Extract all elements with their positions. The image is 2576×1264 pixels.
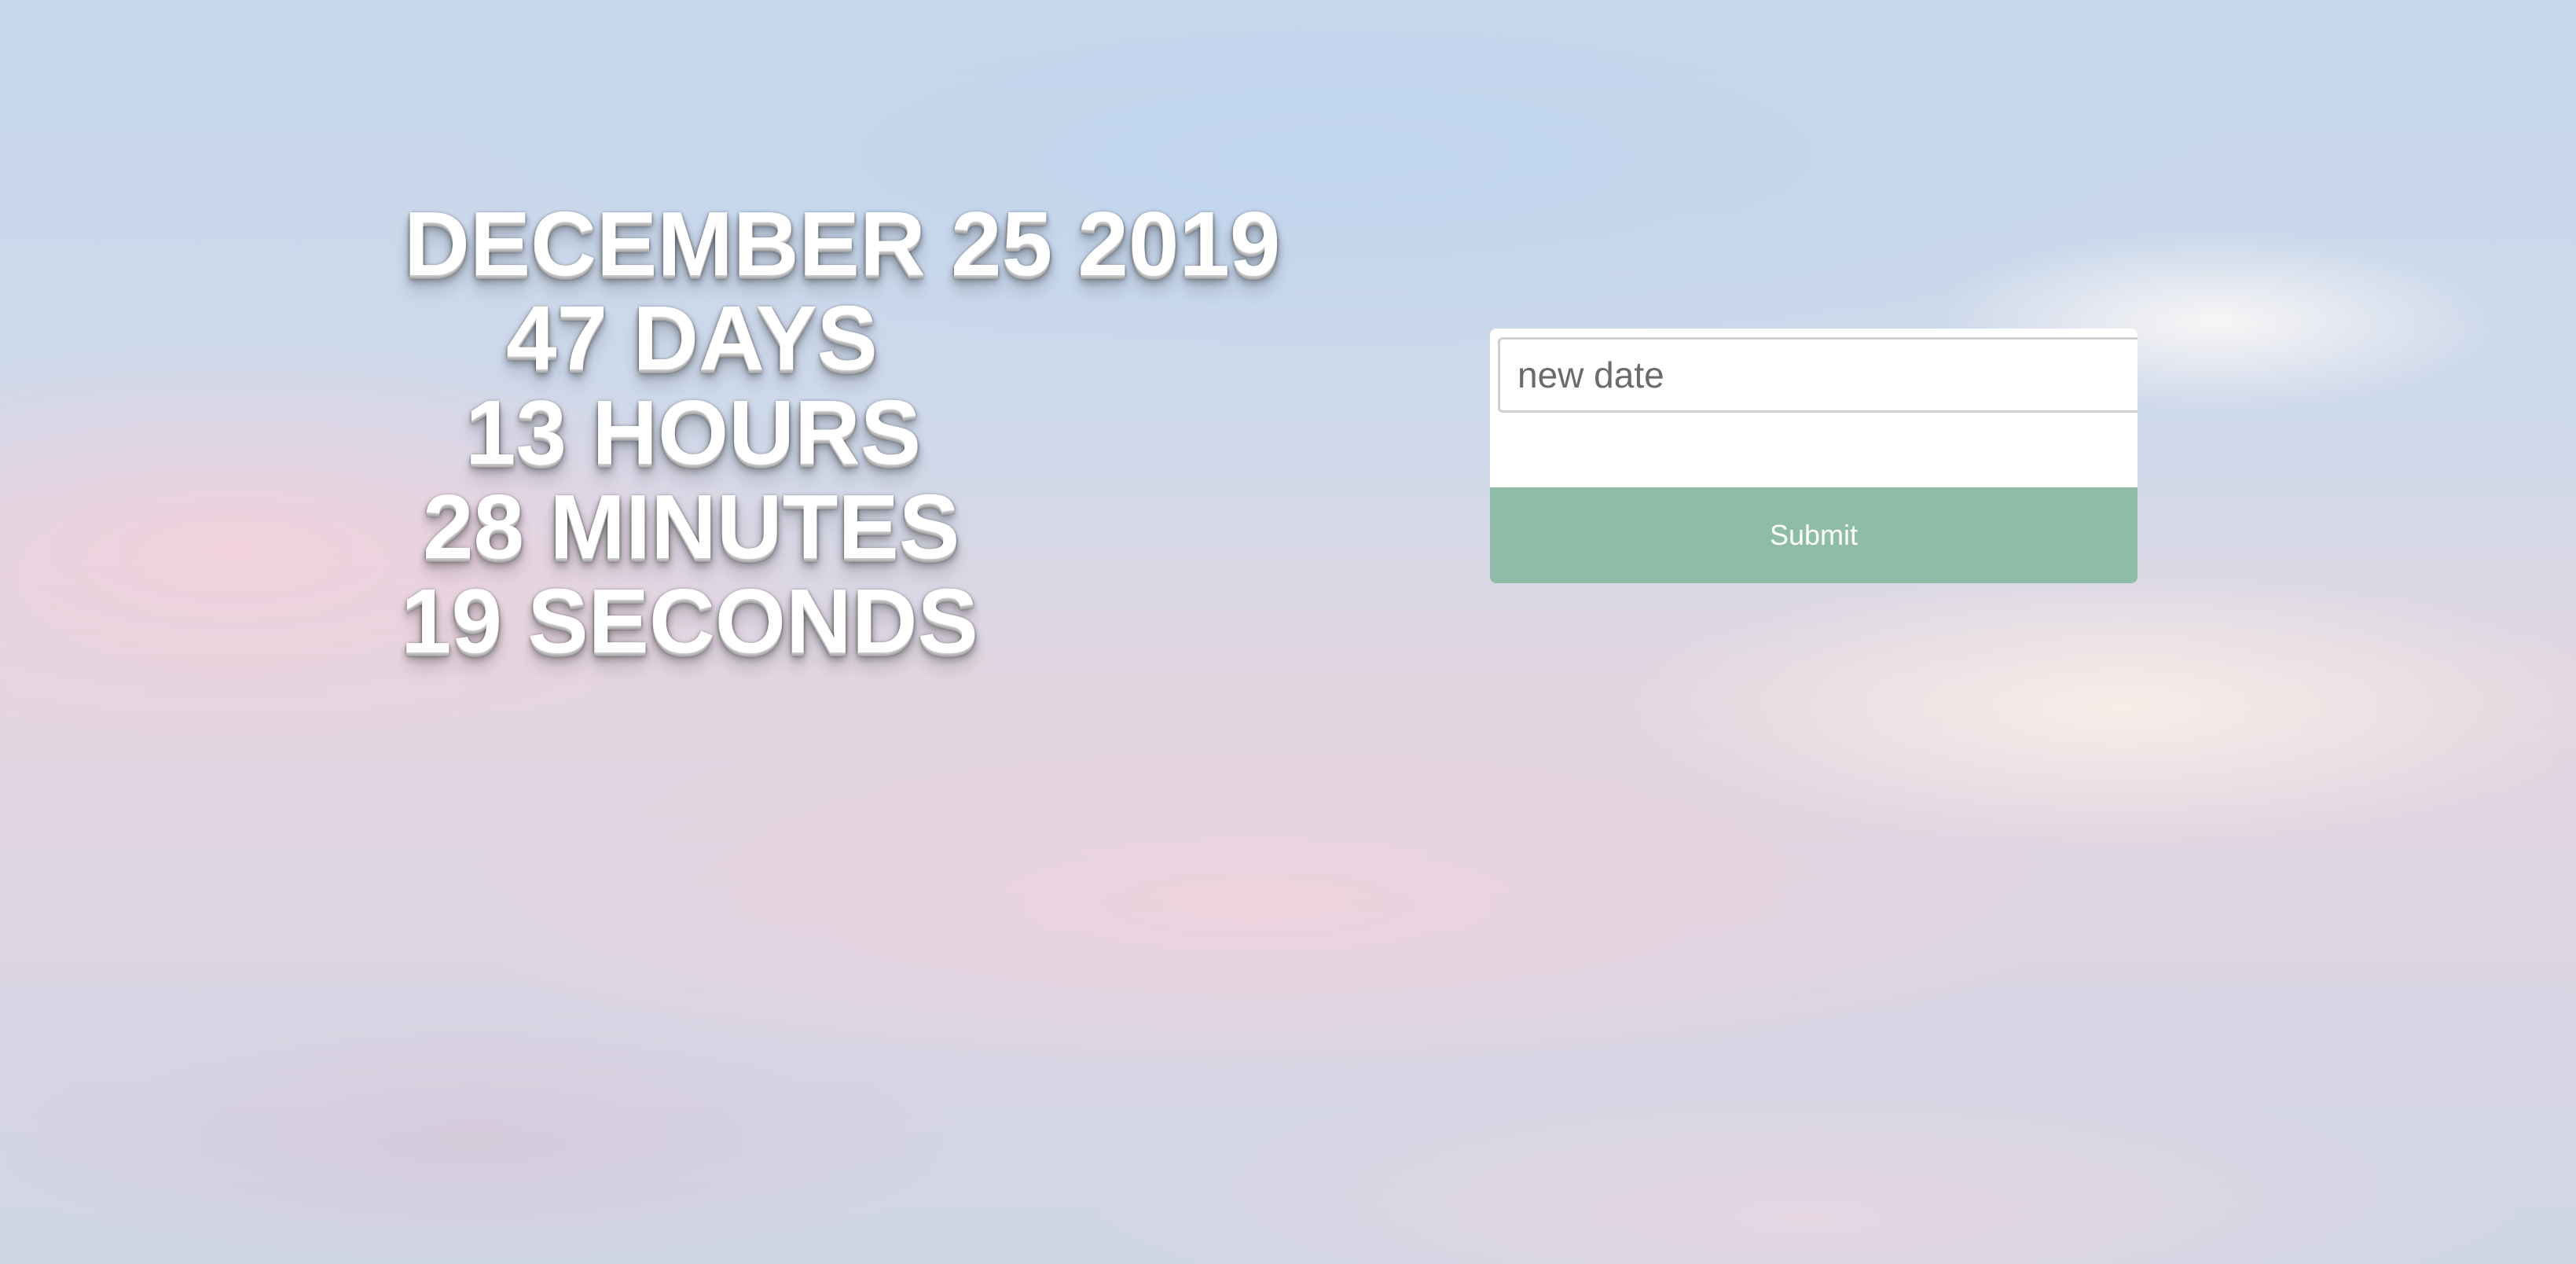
submit-button[interactable]: Submit [1490,487,2137,583]
countdown-target-date: DECEMBER 25 2019 [404,193,1281,295]
countdown-days: 47 DAYS [506,287,878,389]
countdown-hours: 13 HOURS [465,381,922,483]
new-date-input[interactable] [1498,337,2137,413]
new-date-form: Submit [1490,329,2137,583]
countdown-display: DECEMBER 25 2019 47 DAYS 13 HOURS 28 MIN… [393,197,1336,668]
countdown-minutes: 28 MINUTES [423,476,960,578]
countdown-seconds: 19 SECONDS [401,570,978,672]
